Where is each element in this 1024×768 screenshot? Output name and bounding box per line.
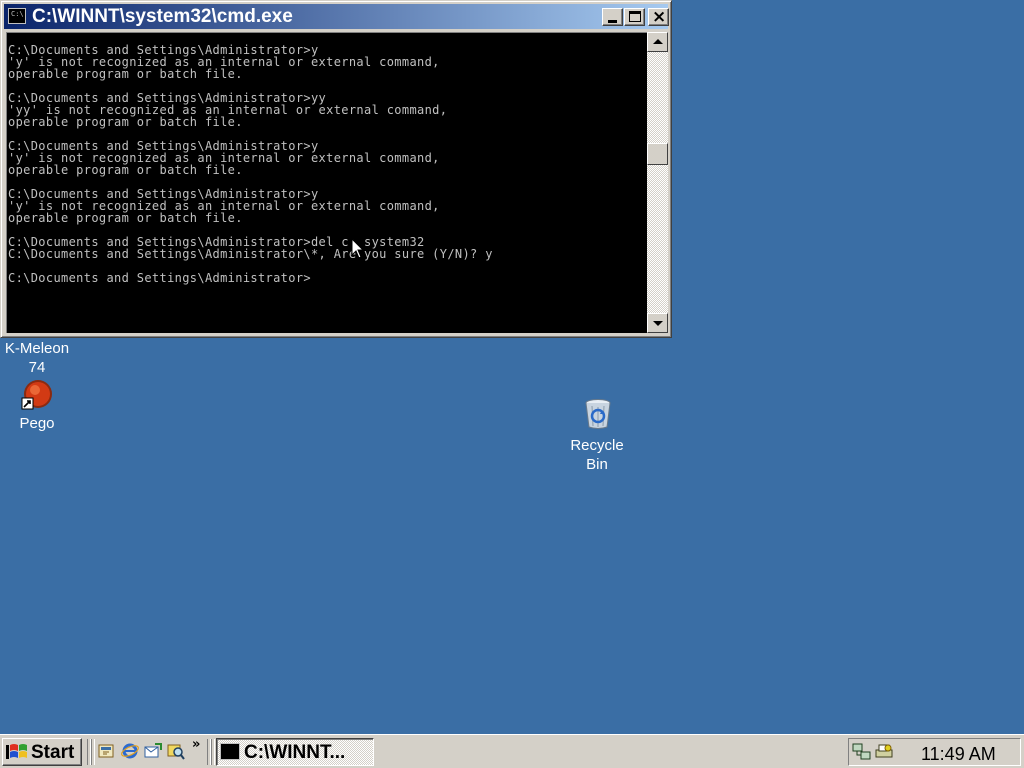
console-area[interactable]: C:\Documents and Settings\Administrator>… [6, 32, 647, 333]
internet-explorer-icon[interactable] [121, 742, 139, 760]
quicklaunch-grip[interactable] [91, 739, 95, 765]
show-desktop-icon[interactable] [98, 742, 116, 760]
scroll-up-button[interactable] [647, 32, 668, 52]
system-tray: 11:49 AM [848, 738, 1021, 766]
start-button[interactable]: Start [2, 738, 82, 766]
cmd-icon [220, 743, 240, 760]
network-icon[interactable] [852, 742, 872, 762]
vertical-scrollbar[interactable] [647, 32, 668, 333]
pego-desktop-label[interactable]: Pego [0, 414, 74, 433]
cmd-icon[interactable]: C:\ [8, 8, 26, 24]
minimize-button[interactable] [602, 8, 623, 26]
clock[interactable]: 11:49 AM [921, 744, 996, 765]
taskbar-button-label: C:\WINNT... [244, 742, 346, 763]
console-line: operable program or batch file. [8, 163, 243, 177]
pego-icon[interactable] [21, 379, 53, 411]
scroll-down-button[interactable] [647, 313, 668, 333]
close-button[interactable]: × [648, 7, 669, 27]
arrow-down-icon [653, 321, 663, 326]
recycle-bin-icon[interactable] [583, 398, 613, 430]
tasks-grip[interactable] [211, 739, 215, 765]
printer-icon[interactable] [874, 742, 894, 762]
maximize-icon [629, 11, 641, 22]
window-title: C:\WINNT\system32\cmd.exe [32, 6, 293, 27]
scrollbar-thumb[interactable] [647, 143, 668, 165]
taskbar: Start » C:\WINNT... 11:49 AM [0, 734, 1024, 768]
recycle-bin-label[interactable]: Recycle Bin [560, 436, 634, 474]
windows-explorer-icon[interactable] [167, 742, 185, 760]
close-icon: × [652, 7, 667, 27]
start-label: Start [31, 742, 75, 763]
mouse-cursor-icon [351, 238, 365, 259]
console-output: C:\Documents and Settings\Administrator>… [8, 44, 493, 284]
quicklaunch-more-button[interactable]: » [192, 737, 200, 752]
taskbar-button-cmd[interactable]: C:\WINNT... [216, 738, 374, 766]
arrow-up-icon [653, 39, 663, 44]
console-line: C:\Documents and Settings\Administrator> [8, 271, 311, 285]
console-line: operable program or batch file. [8, 211, 243, 225]
outlook-express-icon[interactable] [144, 742, 162, 760]
minimize-icon [608, 20, 617, 23]
cmd-window[interactable]: C:\ C:\WINNT\system32\cmd.exe × C:\Docum… [0, 0, 672, 338]
kmeleon-desktop-label[interactable]: K-Meleon 74 [0, 339, 74, 377]
windows-logo-icon [6, 744, 27, 759]
console-line: operable program or batch file. [8, 67, 243, 81]
maximize-button[interactable] [624, 8, 645, 26]
console-line: C:\Documents and Settings\Administrator\… [8, 247, 493, 261]
console-line: operable program or batch file. [8, 115, 243, 129]
window-titlebar[interactable]: C:\ C:\WINNT\system32\cmd.exe × [4, 4, 669, 29]
